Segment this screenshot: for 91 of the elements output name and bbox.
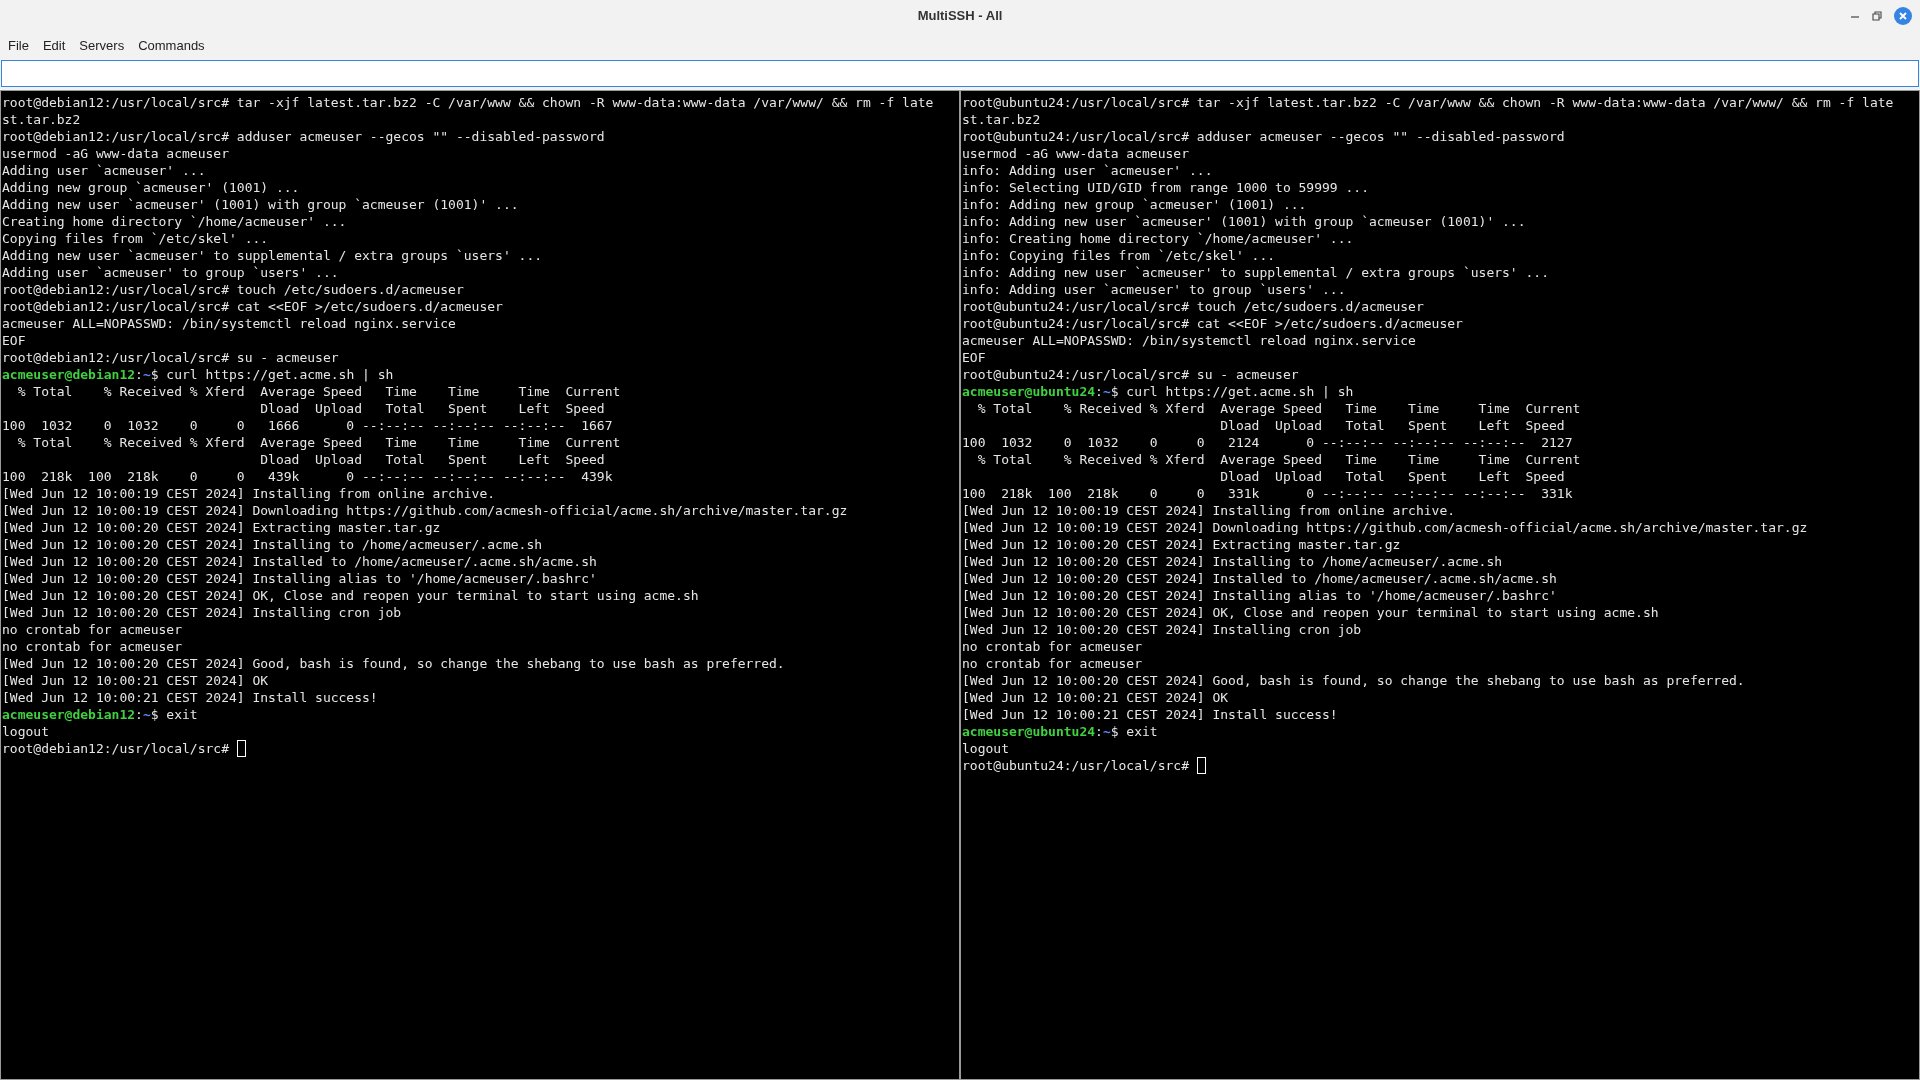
terminal-line: % Total % Received % Xferd Average Speed Time Time Time Current <box>976 400 1581 417</box>
terminal-line: [Wed Jun 12 10:00:19 CEST 2024] Installing from online archive. <box>2 485 496 502</box>
terminal-line: [Wed Jun 12 10:00:21 CEST 2024] OK <box>962 689 1229 706</box>
terminal-line: [Wed Jun 12 10:00:21 CEST 2024] Install success! <box>2 689 378 706</box>
terminal-line: [Wed Jun 12 10:00:20 CEST 2024] Installing cron job <box>962 621 1362 638</box>
terminal-line: EOF <box>2 332 26 349</box>
terminal-line: [Wed Jun 12 10:00:20 CEST 2024] OK, Close and reopen your terminal to start using acme.sh <box>2 587 699 604</box>
terminal-line: root@ubuntu24:/usr/local/src# touch /etc/sudoers.d/acmeuser <box>962 298 1424 315</box>
terminal-line: no crontab for acmeuser <box>962 638 1142 655</box>
terminal-line: Creating home directory `/home/acmeuser' ... <box>2 213 347 230</box>
terminal-line: [Wed Jun 12 10:00:20 CEST 2024] Installing to /home/acmeuser/.acme.sh <box>2 536 543 553</box>
terminal-line: Adding new user `acmeuser' (1001) with group `acmeuser (1001)' ... <box>2 196 519 213</box>
terminal-line: root@debian12:/usr/local/src# adduser acmeuser --gecos "" --disabled-password <box>2 128 605 145</box>
terminal-line: usermod -aG www-data acmeuser <box>2 145 229 162</box>
terminal-line: info: Adding new user `acmeuser' to supplemental / extra groups `users' ... <box>962 264 1549 281</box>
terminal-line: root@debian12:/usr/local/src# tar -xjf latest.tar.bz2 -C /var/www && chown -R www-data:www-data /var/www/ && rm -f late <box>2 94 934 111</box>
terminal-line: acmeuser@debian12:~$ curl https://get.acme.sh | sh <box>2 366 394 383</box>
terminal-line: Dload Upload Total Spent Left Speed <box>1219 468 1565 485</box>
terminal-line: root@debian12:/usr/local/src# touch /etc/sudoers.d/acmeuser <box>2 281 464 298</box>
terminal-line: Adding new group `acmeuser' (1001) ... <box>2 179 300 196</box>
terminal-line: root@debian12:/usr/local/src# <box>2 740 230 757</box>
terminal-line: root@ubuntu24:/usr/local/src# cat <<EOF >/etc/sudoers.d/acmeuser <box>962 315 1463 332</box>
terminal-line: acmeuser@ubuntu24:~$ curl https://get.acme.sh | sh <box>962 383 1354 400</box>
terminal-line: 100 218k 100 218k 0 0 439k 0 --:--:-- --:--:-- --:--:-- 439k <box>2 468 613 485</box>
terminal-line: Adding user `acmeuser' ... <box>2 162 206 179</box>
close-icon[interactable] <box>1894 7 1912 25</box>
terminal-line: root@ubuntu24:/usr/local/src# su - acmeuser <box>962 366 1299 383</box>
terminal-line: 100 1032 0 1032 0 0 2124 0 --:--:-- --:--:-- --:--:-- 2127 <box>962 434 1573 451</box>
terminal-line: [Wed Jun 12 10:00:20 CEST 2024] Installing cron job <box>2 604 402 621</box>
terminal-line: info: Adding new group `acmeuser' (1001) ... <box>962 196 1307 213</box>
window-title: MultiSSH - All <box>917 7 1003 26</box>
terminal-line: root@ubuntu24:/usr/local/src# adduser acmeuser --gecos "" --disabled-password <box>962 128 1565 145</box>
menu-item[interactable]: Commands <box>132 34 211 58</box>
terminal-line: info: Creating home directory `/home/acmeuser' ... <box>962 230 1354 247</box>
terminal-line: acmeuser@ubuntu24:~$ exit <box>962 723 1158 740</box>
terminal-line: 100 218k 100 218k 0 0 331k 0 --:--:-- --:--:-- --:--:-- 331k <box>962 485 1573 502</box>
terminal-line: [Wed Jun 12 10:00:20 CEST 2024] Extracting master.tar.gz <box>2 519 441 536</box>
command-input[interactable] <box>1 60 1919 87</box>
terminal-line: [Wed Jun 12 10:00:20 CEST 2024] Installed to /home/acmeuser/.acme.sh/acme.sh <box>2 553 597 570</box>
terminal-line: logout <box>2 723 49 740</box>
terminal-line: % Total % Received % Xferd Average Speed Time Time Time Current <box>16 383 621 400</box>
terminal-line: [Wed Jun 12 10:00:20 CEST 2024] Installed to /home/acmeuser/.acme.sh/acme.sh <box>962 570 1557 587</box>
terminal-line: info: Copying files from `/etc/skel' ... <box>962 247 1276 264</box>
terminal-pane[interactable] <box>961 91 1919 1079</box>
terminal-line: st.tar.bz2 <box>2 111 81 128</box>
terminal-line: acmeuser@debian12:~$ exit <box>2 706 198 723</box>
terminal-line: [Wed Jun 12 10:00:20 CEST 2024] Good, bash is found, so change the shebang to use bash as preferred. <box>2 655 785 672</box>
terminal-line: root@debian12:/usr/local/src# cat <<EOF >/etc/sudoers.d/acmeuser <box>2 298 503 315</box>
terminal-line: % Total % Received % Xferd Average Speed Time Time Time Current <box>16 434 621 451</box>
terminal-line: [Wed Jun 12 10:00:20 CEST 2024] OK, Close and reopen your terminal to start using acme.sh <box>962 604 1659 621</box>
terminal-line: no crontab for acmeuser <box>2 621 182 638</box>
terminal-line: [Wed Jun 12 10:00:20 CEST 2024] Extracting master.tar.gz <box>962 536 1401 553</box>
terminal-line: Adding new user `acmeuser' to supplemental / extra groups `users' ... <box>2 247 543 264</box>
terminal-line: 100 1032 0 1032 0 0 1666 0 --:--:-- --:--:-- --:--:-- 1667 <box>2 417 613 434</box>
terminal-line: root@debian12:/usr/local/src# su - acmeuser <box>2 349 339 366</box>
menu-item[interactable]: Servers <box>73 34 131 58</box>
terminal-line: [Wed Jun 12 10:00:21 CEST 2024] Install success! <box>962 706 1338 723</box>
terminal-line: [Wed Jun 12 10:00:19 CEST 2024] Installing from online archive. <box>962 502 1456 519</box>
terminal-line: info: Selecting UID/GID from range 1000 to 59999 ... <box>962 179 1369 196</box>
restore-icon[interactable] <box>1872 11 1882 21</box>
terminal-line: Dload Upload Total Spent Left Speed <box>1219 417 1565 434</box>
terminal-line: [Wed Jun 12 10:00:19 CEST 2024] Downloading https://github.com/acmesh-official/acme.sh/archive/master.tar.gz <box>2 502 848 519</box>
terminal-line: acmeuser ALL=NOPASSWD: /bin/systemctl reload nginx.service <box>962 332 1416 349</box>
menu-item[interactable]: Edit <box>36 34 72 58</box>
terminal-line: st.tar.bz2 <box>962 111 1041 128</box>
terminal-line: [Wed Jun 12 10:00:20 CEST 2024] Installing alias to '/home/acmeuser/.bashrc' <box>2 570 597 587</box>
terminal-cursor <box>236 740 246 757</box>
terminal-line: [Wed Jun 12 10:00:21 CEST 2024] OK <box>2 672 269 689</box>
terminal-line: Dload Upload Total Spent Left Speed <box>259 451 605 468</box>
terminal-line: EOF <box>962 349 986 366</box>
terminal-line: info: Adding new user `acmeuser' (1001) with group `acmeuser (1001)' ... <box>962 213 1526 230</box>
terminal-line: root@ubuntu24:/usr/local/src# tar -xjf latest.tar.bz2 -C /var/www && chown -R www-data:www-data /var/www/ && rm -f late <box>962 94 1894 111</box>
terminal-line: [Wed Jun 12 10:00:19 CEST 2024] Downloading https://github.com/acmesh-official/acme.sh/archive/master.tar.gz <box>962 519 1808 536</box>
terminal-line: no crontab for acmeuser <box>962 655 1142 672</box>
terminal-line: Copying files from `/etc/skel' ... <box>2 230 269 247</box>
terminal-line: root@ubuntu24:/usr/local/src# <box>962 757 1190 774</box>
terminal-line: Dload Upload Total Spent Left Speed <box>259 400 605 417</box>
terminal-line: acmeuser ALL=NOPASSWD: /bin/systemctl reload nginx.service <box>2 315 456 332</box>
terminal-line: no crontab for acmeuser <box>2 638 182 655</box>
terminal-line: [Wed Jun 12 10:00:20 CEST 2024] Good, bash is found, so change the shebang to use bash as preferred. <box>962 672 1745 689</box>
terminal-cursor <box>1196 757 1206 774</box>
terminal-line: usermod -aG www-data acmeuser <box>962 145 1189 162</box>
terminal-line: info: Adding user `acmeuser' to group `users' ... <box>962 281 1346 298</box>
terminal-pane[interactable] <box>1 91 959 1079</box>
terminal-line: info: Adding user `acmeuser' ... <box>962 162 1213 179</box>
menu-item[interactable]: File <box>2 34 35 58</box>
terminal-line: Adding user `acmeuser' to group `users' ... <box>2 264 339 281</box>
terminal-line: logout <box>962 740 1009 757</box>
terminal-line: % Total % Received % Xferd Average Speed Time Time Time Current <box>976 451 1581 468</box>
terminal-line: [Wed Jun 12 10:00:20 CEST 2024] Installing to /home/acmeuser/.acme.sh <box>962 553 1503 570</box>
terminal-line: [Wed Jun 12 10:00:20 CEST 2024] Installing alias to '/home/acmeuser/.bashrc' <box>962 587 1557 604</box>
